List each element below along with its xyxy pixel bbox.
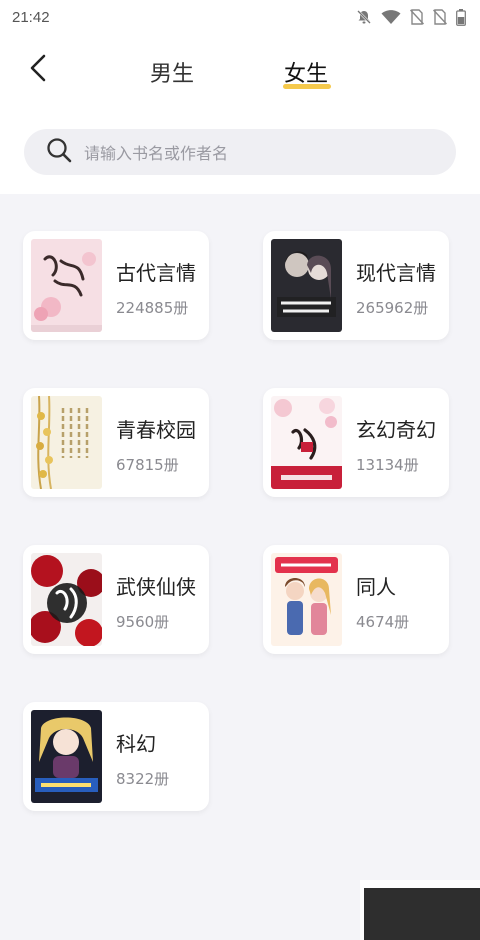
search-placeholder: 请输入书名或作者名 [84, 144, 229, 163]
battery-icon [456, 8, 466, 26]
category-title: 科幻 [116, 732, 156, 756]
status-time: 21:42 [12, 8, 50, 26]
book-cover [31, 239, 102, 332]
header: 男生 女生 请输入书名或作者名 [0, 34, 480, 194]
category-count: 265962册 [356, 299, 429, 317]
category-count: 8322册 [116, 770, 170, 788]
category-title: 玄幻奇幻 [356, 418, 436, 442]
book-cover [271, 239, 342, 332]
active-tab-indicator [283, 84, 331, 89]
category-count: 13134册 [356, 456, 419, 474]
category-card-sci-fi[interactable]: 科幻 8322册 [23, 702, 209, 811]
category-card-wuxia[interactable]: 武侠仙侠 9560册 [23, 545, 209, 654]
category-title: 古代言情 [116, 261, 196, 285]
back-button[interactable] [22, 54, 54, 86]
book-cover [31, 553, 102, 646]
category-count: 4674册 [356, 613, 410, 631]
book-cover [31, 710, 102, 803]
category-card-fantasy[interactable]: 玄幻奇幻 13134册 [263, 388, 449, 497]
category-count: 224885册 [116, 299, 189, 317]
status-bar: 21:42 [0, 0, 480, 34]
search-icon [46, 137, 72, 167]
category-count: 9560册 [116, 613, 170, 631]
book-cover [271, 396, 342, 489]
back-arrow-icon[interactable] [29, 54, 47, 86]
category-count: 67815册 [116, 456, 179, 474]
status-icons [356, 8, 466, 26]
tab-male[interactable]: 男生 [150, 56, 194, 88]
no-sim-icon [410, 9, 424, 25]
category-title: 武侠仙侠 [116, 575, 196, 599]
category-card-youth-campus[interactable]: 青春校园 67815册 [23, 388, 209, 497]
category-card-fan-fiction[interactable]: 同人 4674册 [263, 545, 449, 654]
book-cover [31, 396, 102, 489]
thumbnail-image [364, 888, 480, 940]
category-title: 现代言情 [356, 261, 436, 285]
wifi-icon [381, 9, 401, 25]
notifications-off-icon [356, 9, 372, 25]
category-card-modern-romance[interactable]: 现代言情 265962册 [263, 231, 449, 340]
book-cover [271, 553, 342, 646]
floating-thumbnail [360, 880, 480, 940]
search-input[interactable]: 请输入书名或作者名 [24, 129, 456, 175]
category-title: 青春校园 [116, 418, 196, 442]
category-title: 同人 [356, 575, 396, 599]
category-card-ancient-romance[interactable]: 古代言情 224885册 [23, 231, 209, 340]
no-sim-icon [433, 9, 447, 25]
